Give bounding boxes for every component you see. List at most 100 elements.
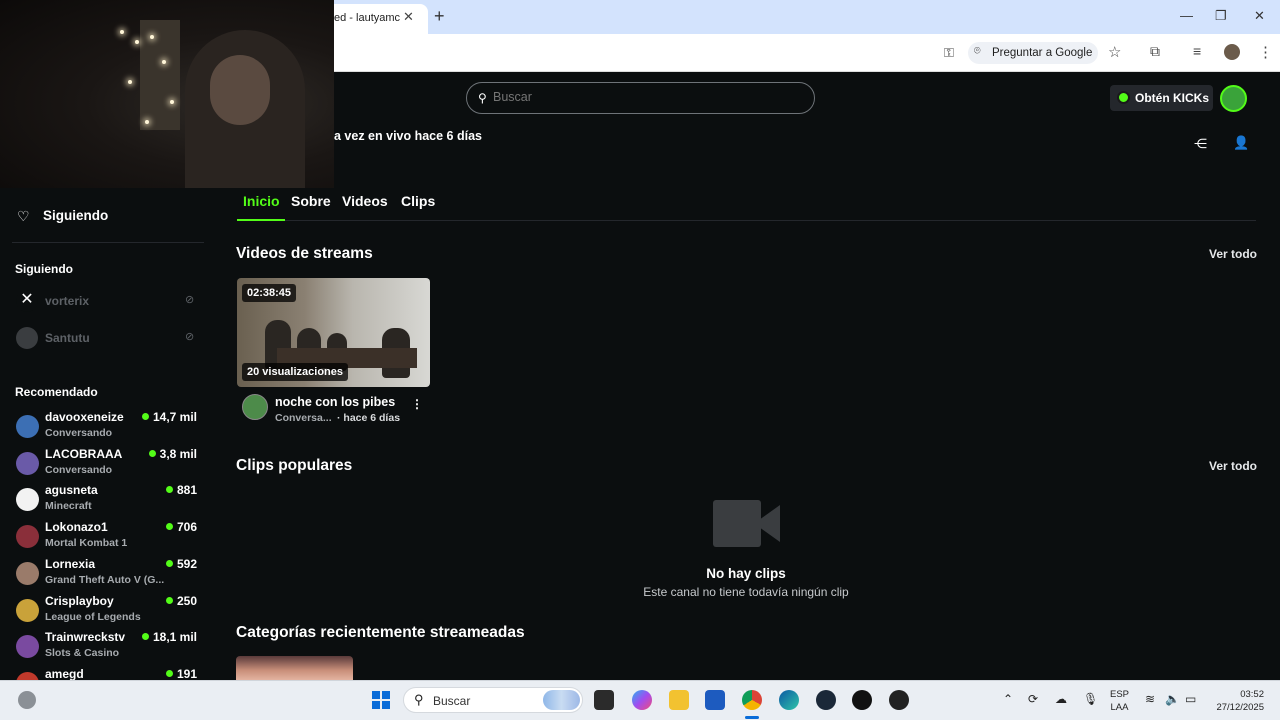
live-dot-icon [165,486,173,494]
category-thumbnail[interactable] [236,656,353,680]
viewer-count-value: 592 [176,556,197,571]
tray-app-icon[interactable]: ⟳ [1028,692,1038,706]
channel-category: League of Legends [45,610,141,623]
tab-clips[interactable]: Clips [401,193,435,209]
viewer-count: 14,7 mil [141,410,197,424]
video-camera-icon [713,500,780,547]
channel-name: agusneta [45,483,98,498]
tab-videos[interactable]: Videos [342,193,388,209]
channel-category: Conversando [45,463,113,476]
following-channel[interactable]: ✕ vorterix ⊘ [15,286,205,316]
browser-profile-avatar[interactable] [1224,44,1240,60]
wifi-icon[interactable]: ≋ [1145,692,1155,706]
steam-icon[interactable] [816,690,836,710]
string-light [135,40,139,44]
webcam-face [210,55,270,125]
tray-cloud-icon[interactable]: ☁ [1055,692,1067,706]
obs-icon[interactable] [889,690,909,710]
channel-name: davooxeneize [45,410,124,424]
video-channel-avatar[interactable] [242,394,268,420]
clips-section-title: Clips populares [236,457,353,474]
clock-date: 27/12/2025 [1216,702,1264,713]
maximize-button[interactable]: ❐ [1215,8,1227,24]
viewer-count: 3,8 mil [148,446,197,461]
clips-see-all-link[interactable]: Ver todo [1209,459,1257,473]
offline-eye-slash-icon: ⊘ [185,294,195,306]
taskbar-clock[interactable]: 03:52 27/12/2025 [1212,688,1264,714]
microphone-icon[interactable]: 🎙 [1083,692,1098,706]
file-explorer-icon[interactable] [669,690,689,710]
windows-start-icon[interactable] [372,691,390,709]
media-control-icon[interactable]: ≡ [1193,43,1201,59]
webcam-overlay [0,0,334,188]
following-channel[interactable]: Santutu ⊘ [15,323,205,353]
tab-close-icon[interactable]: ✕ [403,9,414,25]
follow-user-icon[interactable]: 👤 [1233,135,1249,151]
string-light [150,35,154,39]
sidebar-following-link[interactable]: Siguiendo [43,208,108,223]
recommended-channel[interactable]: agusneta Minecraft 881 [15,483,205,517]
viewer-count-value: 706 [176,520,197,535]
viewer-count-value: 250 [176,593,197,608]
viewer-count: 250 [165,593,197,608]
videos-see-all-link[interactable]: Ver todo [1209,247,1257,261]
viewer-count: 706 [165,520,197,535]
live-dot-icon [148,449,156,457]
close-window-button[interactable]: ✕ [1254,8,1265,24]
minimize-button[interactable]: — [1180,8,1193,23]
recommended-channel[interactable]: LACOBRAAA Conversando 3,8 mil [15,447,205,481]
new-tab-button[interactable]: + [434,6,445,27]
viewer-count-value: 14,7 mil [152,410,197,424]
channel-category: Slots & Casino [45,647,120,660]
browser-menu-icon[interactable]: ⋮ [1258,43,1273,61]
video-category[interactable]: Conversa... [275,412,332,424]
task-view-icon[interactable] [594,690,614,710]
edge-icon[interactable] [779,690,799,710]
recommended-channel[interactable]: Lokonazo1 Mortal Kombat 1 706 [15,520,205,554]
channel-category: Grand Theft Auto V (G... [45,573,165,586]
battery-icon[interactable]: ▭ [1185,692,1196,706]
active-tab-indicator [237,219,285,221]
tab-inicio[interactable]: Inicio [243,193,280,209]
keyboard-language[interactable]: ESP LAA [1110,688,1129,714]
vorterix-logo-icon: ✕ [16,290,38,312]
copilot-icon[interactable] [632,690,652,710]
share-icon[interactable]: ⋲ [1194,136,1207,152]
live-dot-icon [141,633,149,641]
recommended-channel[interactable]: Lornexia Grand Theft Auto V (G... 592 [15,557,205,591]
channel-name: LACOBRAAA [45,446,123,461]
channel-avatar [16,561,39,585]
password-key-icon[interactable]: ⚿ [944,45,954,61]
recommended-channel[interactable]: davooxeneize Conversando 14,7 mil [15,410,205,444]
viewer-count: 18,1 mil [141,630,197,645]
chrome-icon[interactable] [742,690,762,710]
taskbar-search-icon: ⚲ [414,692,424,707]
volume-icon[interactable]: 🔈 [1165,692,1180,706]
bookmark-star-icon[interactable]: ☆ [1108,43,1121,61]
channel-name: Crisplayboy [45,593,114,608]
search-input[interactable] [493,90,793,104]
channel-name: Lokonazo1 [45,520,108,535]
tab-sobre[interactable]: Sobre [291,193,331,209]
tray-overflow-icon[interactable]: ⌃ [1003,692,1013,706]
no-clips-title: No hay clips [706,566,786,581]
channel-category: Conversando [45,427,113,439]
xbox-icon[interactable] [852,690,872,710]
viewer-count-value: 18,1 mil [152,630,197,645]
extensions-icon[interactable]: ⧉ [1150,43,1160,60]
channel-name: Lornexia [45,556,96,571]
ask-google-button[interactable]: Preguntar a Google [968,42,1098,64]
video-title[interactable]: noche con los pibes [275,395,395,409]
webcam-background-door [140,20,180,130]
recommended-channel[interactable]: Crisplayboy League of Legends 250 [15,594,205,628]
taskbar-search-label: Buscar [433,694,471,708]
string-light [128,80,132,84]
viewer-count-value: 3,8 mil [159,446,197,461]
word-icon[interactable] [705,690,725,710]
user-avatar[interactable] [1220,85,1247,112]
channel-avatar [16,488,39,512]
recommended-channel[interactable]: Trainwreckstv Slots & Casino 18,1 mil [15,630,205,664]
weather-widget-icon[interactable] [18,691,36,709]
video-more-options-icon[interactable]: ⋮ [411,397,423,411]
channel-avatar [16,598,39,622]
